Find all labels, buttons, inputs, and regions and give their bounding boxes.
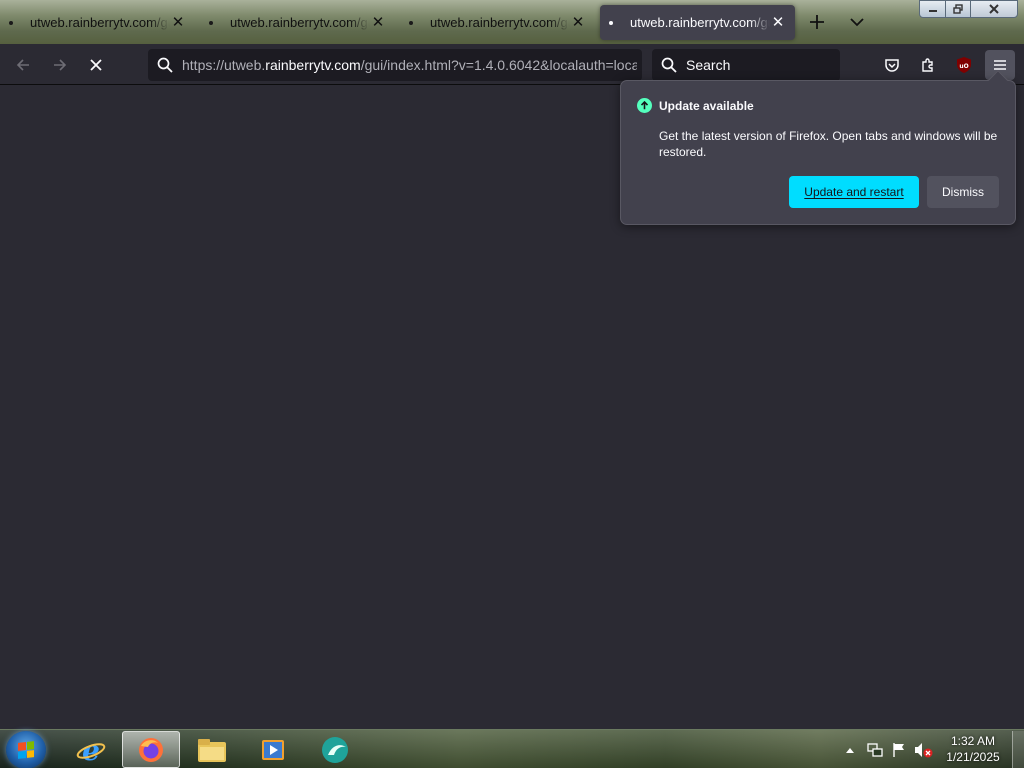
tab-title: utweb.rainberrytv.com/gui/index.html [30,15,170,30]
update-arrow-icon [637,98,652,113]
taskbar-media-player[interactable] [244,731,302,768]
folder-icon [198,738,226,762]
restore-button[interactable] [945,0,971,18]
update-available-panel: Update available Get the latest version … [620,70,1016,225]
stop-loading-icon [90,59,102,71]
search-icon [148,57,182,73]
list-all-tabs-button[interactable] [843,8,871,36]
ublock-icon: uO [957,57,971,73]
tab[interactable]: utweb.rainberrytv.com/gui/index.html ✕ [0,5,195,40]
tab-active[interactable]: utweb.rainberrytv.com/gui/index.html ✕ [600,5,795,40]
taskbar-file-explorer[interactable] [183,731,241,768]
stop-button[interactable] [81,50,111,80]
action-center-flag-icon[interactable] [888,730,910,768]
tab-loading-dot [609,20,613,25]
tab-title: utweb.rainberrytv.com/gui/index.html [230,15,370,30]
close-window-button[interactable] [970,0,1018,18]
update-and-restart-button[interactable]: Update and restart [789,176,919,208]
svg-text:e: e [82,735,100,765]
tab-loading-dot [209,20,213,25]
tab[interactable]: utweb.rainberrytv.com/gui/index.html ✕ [200,5,395,40]
address-bar[interactable]: https://utweb.rainberrytv.com/gui/index.… [148,49,642,81]
svg-text:uO: uO [959,63,968,70]
dismiss-button[interactable]: Dismiss [927,176,999,208]
ublock-origin-button[interactable]: uO [949,50,979,80]
pocket-icon [885,59,899,72]
network-tray-icon[interactable] [864,730,886,768]
close-icon [989,4,999,14]
pocket-button[interactable] [877,50,907,80]
restore-icon [953,4,963,14]
panel-description: Get the latest version of Firefox. Open … [659,129,998,159]
url-host: rainberrytv.com [265,57,361,73]
tab-title: utweb.rainberrytv.com/gui/index.html [430,15,570,30]
forward-arrow-icon [54,59,67,71]
chevron-up-icon [846,747,854,753]
tab-close-icon[interactable]: ✕ [569,13,587,31]
tab-strip: utweb.rainberrytv.com/gui/index.html ✕ u… [0,0,1024,44]
tab-close-icon[interactable]: ✕ [769,13,787,31]
chevron-down-icon [850,18,864,27]
search-bar[interactable]: Search [652,49,840,81]
back-arrow-icon [16,59,29,71]
taskbar-firefox[interactable] [122,731,180,768]
puzzle-icon [922,58,933,72]
firefox-icon [139,737,163,762]
show-hidden-icons-button[interactable] [843,730,857,768]
back-button[interactable] [8,50,38,80]
search-placeholder: Search [686,57,731,73]
system-clock[interactable]: 1:32 AM 1/21/2025 [940,733,1006,765]
url-text[interactable]: https://utweb.rainberrytv.com/gui/index.… [182,57,637,73]
new-tab-button[interactable] [803,8,831,36]
tab[interactable]: utweb.rainberrytv.com/gui/index.html ✕ [400,5,595,40]
app-globe-icon [322,736,348,763]
taskbar-internet-explorer[interactable]: e [62,731,120,768]
minimize-icon [928,10,937,12]
extensions-button[interactable] [913,50,943,80]
start-button[interactable] [6,731,46,768]
windows-taskbar: e 1:32 AM 1/21/2025 [0,729,1024,768]
tab-title: utweb.rainberrytv.com/gui/index.html [630,15,770,30]
tab-loading-dot [9,20,13,25]
forward-button[interactable] [45,50,75,80]
minimize-button[interactable] [919,0,946,18]
search-icon [652,57,686,73]
tab-loading-dot [409,20,413,25]
volume-muted-icon[interactable] [912,730,936,768]
show-desktop-button[interactable] [1012,731,1024,768]
tab-close-icon[interactable]: ✕ [369,13,387,31]
media-player-icon [262,739,284,760]
panel-header: Update available [637,98,754,113]
clock-date: 1/21/2025 [946,750,1000,764]
hamburger-menu-icon [994,60,1006,70]
internet-explorer-icon: e [76,735,106,765]
plus-icon [810,15,824,29]
clock-time: 1:32 AM [950,734,996,748]
panel-title: Update available [659,98,754,113]
windows-logo-icon [18,741,34,759]
taskbar-app[interactable] [306,731,364,768]
navigation-toolbar: https://utweb.rainberrytv.com/gui/index.… [0,44,1024,85]
url-path: /gui/index.html?v=1.4.0.6042&localauth=l… [360,57,637,73]
tab-close-icon[interactable]: ✕ [169,13,187,31]
url-prefix: https://utweb. [182,57,266,73]
